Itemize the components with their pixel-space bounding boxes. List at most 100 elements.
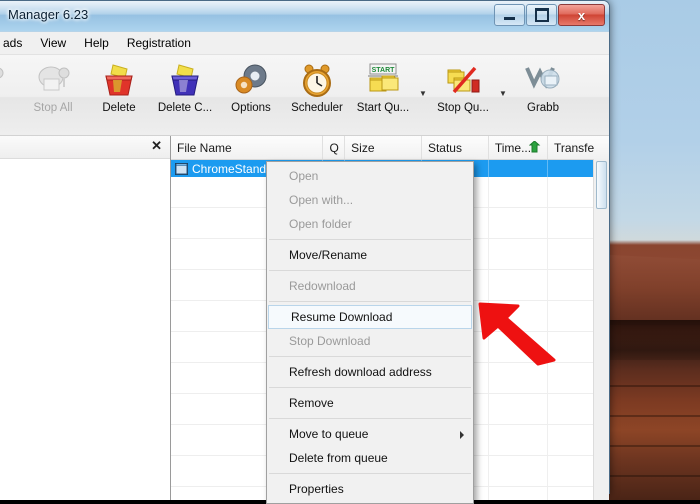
empty-cell: [489, 177, 548, 207]
options-gear-icon: [231, 60, 271, 102]
categories-panel: ✕ d s ts: [0, 136, 171, 500]
close-icon: x: [577, 7, 586, 23]
column-header-size[interactable]: Size: [345, 136, 422, 159]
context-menu-item-label: Move to queue: [289, 427, 369, 441]
context-menu-item-label: Properties: [289, 482, 344, 496]
ctx-remove[interactable]: Remove: [267, 391, 473, 415]
ctx-resume-download[interactable]: Resume Download: [268, 305, 472, 329]
context-menu-item-label: Redownload: [289, 279, 356, 293]
toolbar-button-stop[interactable]: Stop: [0, 60, 20, 126]
column-header-file-name[interactable]: File Name: [171, 136, 324, 159]
toolbar-label: Scheduler: [291, 102, 343, 114]
minimize-icon: [504, 17, 515, 20]
stop-icon: [0, 60, 6, 102]
context-menu-separator: [269, 387, 471, 388]
empty-cell: [489, 394, 548, 424]
empty-cell: [489, 456, 548, 486]
sort-ascending-arrow-icon: [528, 141, 541, 153]
close-categories-icon[interactable]: ✕: [151, 139, 162, 153]
ctx-open-with: Open with...: [267, 188, 473, 212]
maximize-button[interactable]: [526, 4, 557, 26]
toolbar-button-delete-completed[interactable]: Delete C...: [152, 60, 218, 126]
application-window: Manager 6.23 x ads View Help Registratio…: [0, 0, 610, 504]
toolbar-label: Stop All: [33, 102, 73, 114]
toolbar-label: Delete: [102, 102, 136, 114]
svg-text:START: START: [372, 67, 396, 74]
maximize-icon: [534, 8, 549, 22]
start-queue-dropdown-arrow-icon[interactable]: ▼: [416, 60, 430, 126]
toolbar-button-grabber[interactable]: Grabb: [510, 60, 576, 126]
menu-bar: ads View Help Registration: [0, 32, 609, 55]
empty-cell: [489, 239, 548, 269]
toolbar-button-options[interactable]: Options: [218, 60, 284, 126]
context-menu-separator: [269, 270, 471, 271]
context-menu-item-label: Refresh download address: [289, 365, 432, 379]
ctx-delete-from-queue[interactable]: Delete from queue: [267, 446, 473, 470]
toolbar-button-stop-queue[interactable]: Stop Qu...: [430, 60, 496, 126]
context-menu-separator: [269, 301, 471, 302]
ctx-open: Open: [267, 164, 473, 188]
empty-cell: [489, 487, 548, 500]
red-pointer-arrow: [478, 302, 556, 366]
ctx-properties[interactable]: Properties: [267, 477, 473, 501]
scrollbar-thumb[interactable]: [596, 161, 607, 209]
ctx-move-to-queue[interactable]: Move to queue: [267, 422, 473, 446]
toolbar: Stop Stop All: [0, 55, 609, 136]
empty-cell: [489, 425, 548, 455]
menu-registration[interactable]: Registration: [118, 34, 200, 52]
empty-cell: [489, 208, 548, 238]
ctx-open-folder: Open folder: [267, 212, 473, 236]
delete-icon: [100, 60, 138, 102]
context-menu-separator: [269, 356, 471, 357]
context-menu-item-label: Resume Download: [291, 310, 393, 324]
context-menu: Open Open with... Open folder Move/Rename Re…: [266, 161, 474, 504]
toolbar-button-scheduler[interactable]: Scheduler: [284, 60, 350, 126]
column-header-time-left[interactable]: Time...: [488, 136, 548, 159]
close-button[interactable]: x: [558, 4, 605, 26]
ctx-redownload: Redownload: [267, 274, 473, 298]
grabber-icon: [523, 60, 563, 102]
column-header-status[interactable]: Status: [421, 136, 489, 159]
title-bar[interactable]: Manager 6.23 x: [0, 1, 609, 32]
file-exe-icon: [175, 162, 188, 175]
context-menu-separator: [269, 418, 471, 419]
context-menu-item-label: Open folder: [289, 217, 352, 231]
toolbar-label: Stop Qu...: [437, 102, 489, 114]
menu-downloads[interactable]: ads: [0, 34, 31, 52]
column-header-queue[interactable]: Q: [323, 136, 346, 159]
window-controls: x: [493, 4, 605, 26]
vertical-scrollbar[interactable]: [593, 159, 609, 500]
list-column-headers: File Name Q Size Status Time... Transfe: [171, 136, 609, 160]
menu-view[interactable]: View: [31, 34, 75, 52]
menu-help[interactable]: Help: [75, 34, 118, 52]
empty-cell: [489, 270, 548, 300]
cell-time-left: [489, 160, 548, 177]
ctx-move-rename[interactable]: Move/Rename: [267, 243, 473, 267]
stop-queue-dropdown-arrow-icon[interactable]: ▼: [496, 60, 510, 126]
toolbar-button-start-queue[interactable]: START Start Qu...: [350, 60, 416, 126]
empty-cell: [489, 363, 548, 393]
ctx-refresh-download-address[interactable]: Refresh download address: [267, 360, 473, 384]
delete-completed-icon: [166, 60, 204, 102]
column-header-transfer-rate[interactable]: Transfe: [547, 136, 609, 159]
stop-queue-icon: [442, 60, 484, 102]
context-menu-item-label: Stop Download: [289, 334, 371, 348]
start-queue-icon: START: [362, 60, 404, 102]
ctx-stop-download: Stop Download: [267, 329, 473, 353]
minimize-button[interactable]: [494, 4, 525, 26]
window-title: Manager 6.23: [8, 7, 89, 22]
context-menu-item-label: Move/Rename: [289, 248, 368, 262]
column-header-time-left-label: Time...: [494, 140, 532, 155]
toolbar-label: Start Qu...: [356, 102, 410, 114]
toolbar-button-delete[interactable]: Delete: [86, 60, 152, 126]
stop-all-icon: [34, 60, 72, 102]
toolbar-label: Delete C...: [157, 102, 213, 114]
context-menu-separator: [269, 239, 471, 240]
context-menu-item-label: Open: [289, 169, 319, 183]
context-menu-item-label: Delete from queue: [289, 451, 388, 465]
categories-header: ✕: [0, 136, 170, 159]
toolbar-button-stop-all[interactable]: Stop All: [20, 60, 86, 126]
toolbar-label: Options: [231, 102, 271, 114]
context-menu-item-label: Open with...: [289, 193, 354, 207]
toolbar-label: Grabb: [527, 102, 559, 114]
